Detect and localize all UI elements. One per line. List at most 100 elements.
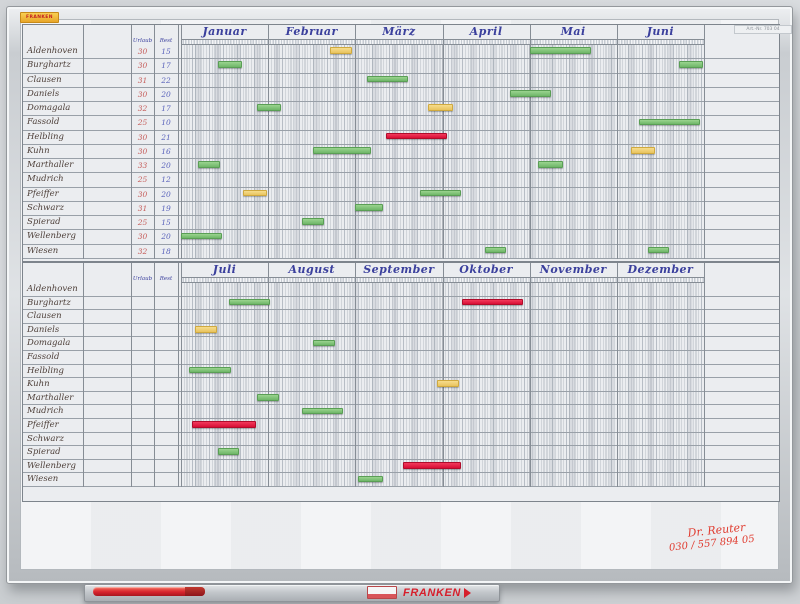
- vacation-bar-red[interactable]: [192, 421, 256, 428]
- month-label: Juni: [617, 25, 704, 39]
- urlaub-value: 30: [131, 147, 154, 156]
- person-name: Wellenberg: [27, 231, 76, 241]
- planner-row: Schwarz3119: [23, 202, 779, 216]
- red-marker-pen[interactable]: [93, 587, 205, 596]
- month-divider: [530, 25, 531, 259]
- vacation-bar-green[interactable]: [530, 47, 591, 54]
- vacation-bar-green[interactable]: [229, 299, 270, 306]
- person-name: Burghartz: [27, 298, 71, 308]
- vacation-bar-green[interactable]: [181, 233, 222, 240]
- vacation-bar-green[interactable]: [198, 161, 220, 168]
- person-name: Marthaller: [27, 160, 73, 170]
- rest-value: 18: [154, 247, 178, 256]
- article-number-label: Art.-Nr. 703 04: [734, 25, 792, 34]
- planner-row: Kuhn: [23, 378, 779, 392]
- planner-row: Schwarz: [23, 433, 779, 447]
- rest-value: 20: [154, 90, 178, 99]
- vacation-bar-yellow[interactable]: [631, 147, 655, 154]
- pen-tray: FRANKEN: [84, 584, 500, 602]
- planner-row: Mudrich2512: [23, 173, 779, 187]
- franken-triangle-icon: [464, 588, 471, 598]
- rest-column-header: Rest: [154, 38, 178, 45]
- person-name: Schwarz: [27, 434, 64, 444]
- planner-row: Marthaller: [23, 392, 779, 406]
- person-name: Wiesen: [27, 474, 58, 484]
- planner-row: Spierad2515: [23, 216, 779, 230]
- person-name: Helbling: [27, 132, 64, 142]
- vacation-bar-green[interactable]: [648, 247, 670, 254]
- vacation-bar-green[interactable]: [485, 247, 507, 254]
- month-divider: [355, 263, 356, 487]
- urlaub-column-header: Urlaub: [131, 38, 154, 45]
- vacation-bar-green[interactable]: [639, 119, 700, 126]
- planner-row: Wellenberg: [23, 460, 779, 474]
- rest-value: 19: [154, 204, 178, 213]
- rest-value: 22: [154, 76, 178, 85]
- month-divider: [443, 25, 444, 259]
- vacation-bar-yellow[interactable]: [428, 104, 452, 111]
- vacation-bar-yellow[interactable]: [437, 380, 459, 387]
- urlaub-value: 31: [131, 76, 154, 85]
- planner-row: Kuhn3016: [23, 145, 779, 159]
- urlaub-value: 32: [131, 247, 154, 256]
- planner-section-jul-dez: JuliAugustSeptemberOktoberNovemberDezemb…: [22, 262, 780, 502]
- month-label: Dezember: [617, 263, 704, 277]
- vacation-bar-green[interactable]: [510, 90, 551, 97]
- planner-row: Pfeiffer3020: [23, 188, 779, 202]
- vacation-bar-green[interactable]: [302, 218, 324, 225]
- vacation-bar-yellow[interactable]: [330, 47, 352, 54]
- vacation-bar-red[interactable]: [403, 462, 461, 469]
- rest-column-header: Rest: [154, 276, 178, 283]
- person-name: Spierad: [27, 447, 61, 457]
- planner-board-photo: FRANKEN Art.-Nr. 703 04 JanuarFebruarMär…: [0, 0, 800, 604]
- person-name: Clausen: [27, 311, 62, 321]
- person-name: Daniels: [27, 325, 59, 335]
- urlaub-value: 30: [131, 190, 154, 199]
- person-name: Burghartz: [27, 60, 71, 70]
- column-divider: [83, 263, 84, 487]
- urlaub-column-header: Urlaub: [131, 276, 154, 283]
- month-label: Februar: [268, 25, 355, 39]
- person-name: Wellenberg: [27, 461, 76, 471]
- vacation-bar-green[interactable]: [538, 161, 562, 168]
- person-name: Helbling: [27, 366, 64, 376]
- planner-row: Daniels: [23, 324, 779, 338]
- column-divider: [178, 25, 179, 259]
- vacation-bar-green[interactable]: [257, 394, 279, 401]
- vacation-bar-red[interactable]: [462, 299, 523, 306]
- vacation-bar-red[interactable]: [386, 133, 447, 140]
- column-divider: [178, 263, 179, 487]
- planner-row: Burghartz: [23, 297, 779, 311]
- urlaub-value: 25: [131, 175, 154, 184]
- vacation-bar-green[interactable]: [420, 190, 461, 197]
- month-divider: [181, 263, 182, 487]
- vacation-bar-green[interactable]: [313, 147, 371, 154]
- vacation-bar-green[interactable]: [218, 61, 242, 68]
- planner-section-jan-jun: JanuarFebruarMärzAprilMaiJuniUrlaubRestA…: [22, 24, 780, 262]
- urlaub-value: 30: [131, 61, 154, 70]
- vacation-bar-green[interactable]: [367, 76, 408, 83]
- person-name: Wiesen: [27, 246, 58, 256]
- vacation-bar-green[interactable]: [313, 340, 335, 347]
- vacation-bar-yellow[interactable]: [243, 190, 267, 197]
- planner-row: Aldenhoven3015: [23, 45, 779, 59]
- planner-row: Fassold: [23, 351, 779, 365]
- vacation-bar-green[interactable]: [218, 448, 240, 455]
- month-divider: [704, 263, 705, 487]
- board-eraser[interactable]: [367, 586, 397, 599]
- vacation-bar-green[interactable]: [358, 476, 382, 483]
- column-divider: [131, 263, 132, 487]
- vacation-bar-green[interactable]: [189, 367, 230, 374]
- vacation-bar-green[interactable]: [679, 61, 703, 68]
- column-divider: [83, 25, 84, 259]
- month-label: September: [355, 263, 442, 277]
- month-label: Juli: [181, 263, 268, 277]
- vacation-bar-yellow[interactable]: [195, 326, 217, 333]
- urlaub-value: 32: [131, 104, 154, 113]
- vacation-bar-green[interactable]: [257, 104, 281, 111]
- vacation-bar-green[interactable]: [302, 408, 343, 415]
- rest-value: 15: [154, 47, 178, 56]
- vacation-bar-green[interactable]: [355, 204, 382, 211]
- person-name: Daniels: [27, 89, 59, 99]
- franken-wordmark: FRANKEN: [403, 587, 461, 599]
